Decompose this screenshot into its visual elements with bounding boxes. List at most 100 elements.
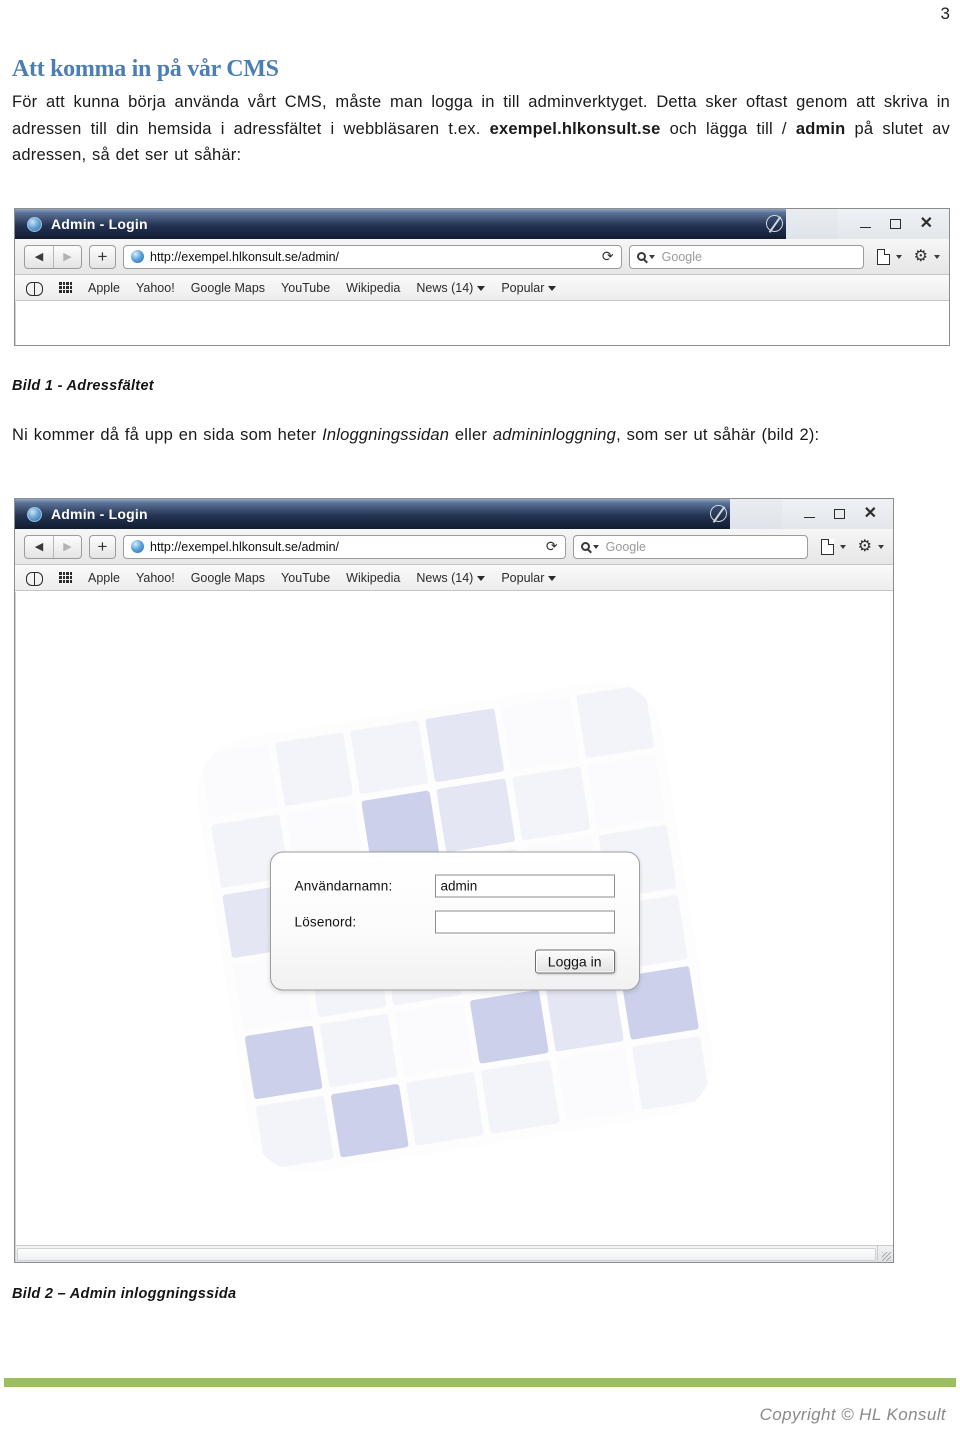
favicon-globe-icon [131,540,144,553]
globe-icon [27,216,42,232]
horizontal-scrollbar[interactable] [16,1245,893,1262]
back-button[interactable]: ◀ [25,246,53,268]
top-sites-grid-icon[interactable] [59,571,72,584]
address-bar-value: http://exempel.hlkonsult.se/admin/ [150,249,339,264]
search-input[interactable]: Google [572,534,808,559]
bookmark-wikipedia[interactable]: Wikipedia [346,571,400,585]
paragraph-2: Ni kommer då få upp en sida som heter In… [12,422,950,449]
search-placeholder: Google [605,539,646,554]
chevron-down-icon [878,544,884,549]
bookmark-label: YouTube [281,570,331,585]
search-icon [636,252,646,261]
maximize-button[interactable] [833,509,845,519]
address-bar[interactable]: http://exempel.hlkonsult.se/admin/ ⟳ [123,244,622,269]
page-icon [876,248,890,265]
page-icon [820,538,834,555]
address-bar-value: http://exempel.hlkonsult.se/admin/ [150,539,339,554]
bookmark-label: Apple [88,280,120,295]
para2-part3: , som ser ut såhär (bild 2): [616,426,820,444]
username-row: Användarnamn: admin [295,874,615,898]
address-bar[interactable]: http://exempel.hlkonsult.se/admin/ ⟳ [123,534,566,559]
bookmarks-icon[interactable] [26,571,43,586]
browser-titlebar-2: Admin - Login ✕ [15,499,893,529]
browser-page-viewport-1 [15,302,949,345]
para2-part2: eller [449,426,493,444]
toolbar-icons-1: ⚙ [871,247,940,265]
top-sites-grid-icon[interactable] [59,281,72,294]
settings-button[interactable]: ⚙ [857,537,884,555]
bookmark-google-maps[interactable]: Google Maps [191,281,265,295]
new-tab-button[interactable]: + [89,244,116,269]
bookmark-news[interactable]: News (14) [416,570,486,585]
bookmark-apple[interactable]: Apple [88,571,120,585]
bookmarks-bar-2: Apple Yahoo! Google Maps YouTube Wikiped… [15,565,893,591]
resize-grip[interactable] [877,1245,893,1262]
password-field[interactable] [434,910,615,934]
submit-row: Logga in [295,949,615,974]
forward-button[interactable]: ▶ [53,245,81,268]
username-field[interactable]: admin [434,874,615,898]
bookmark-google-maps[interactable]: Google Maps [191,571,265,585]
forward-button[interactable]: ▶ [53,535,81,558]
password-row: Lösenord: [294,910,615,934]
bookmark-label: Yahoo! [135,570,175,585]
bookmark-youtube[interactable]: YouTube [281,281,330,295]
bookmarks-icon[interactable] [26,281,43,296]
password-label: Lösenord: [294,914,357,930]
titlebar-right-2: ✕ [709,499,893,529]
bookmark-youtube[interactable]: YouTube [281,571,330,585]
bookmark-popular[interactable]: Popular [501,571,557,585]
browser-titlebar-1: Admin - Login ✕ [15,209,949,239]
browser-title-label: Admin - Login [51,506,148,522]
bookmark-wikipedia[interactable]: Wikipedia [346,281,400,295]
para2-italic-admininloggning: admininloggning [492,426,617,444]
close-button[interactable]: ✕ [920,216,933,232]
figure-caption-2: Bild 2 – Admin inloggningssida [12,1286,237,1302]
intro-bold-domain: exempel.hlkonsult.se [489,119,661,138]
bookmark-yahoo[interactable]: Yahoo! [136,571,175,585]
intro-bold-admin: admin [795,119,846,138]
bookmark-label: Wikipedia [346,280,401,295]
reader-button[interactable] [820,538,846,555]
bookmark-label: Google Maps [190,570,266,585]
browser-content-area-2: Användarnamn: admin Lösenord: Logga in [15,591,893,1262]
bookmark-apple[interactable]: Apple [88,281,120,295]
page-title: Att komma in på vår CMS [12,56,279,82]
favicon-globe-icon [131,250,144,263]
new-tab-button[interactable]: + [89,534,116,559]
chevron-down-icon [839,544,846,549]
bookmark-label: Popular [501,280,545,295]
settings-button[interactable]: ⚙ [913,247,940,265]
chevron-down-icon [592,544,599,549]
chevron-down-icon [895,254,902,259]
footer-copyright: Copyright © HL Konsult [759,1405,946,1424]
tab-notch [765,209,838,239]
back-button[interactable]: ◀ [25,536,53,558]
chevron-down-icon [648,254,655,259]
bookmark-popular[interactable]: Popular [501,280,557,295]
bookmarks-bar-1: Apple Yahoo! Google Maps YouTube Wikiped… [15,275,949,301]
document-body: Att komma in på vår CMS För att kunna bö… [12,56,950,169]
maximize-button[interactable] [889,219,901,229]
gear-icon: ⚙ [913,247,928,265]
minimize-button[interactable] [803,516,815,519]
reload-icon[interactable]: ⟳ [602,248,614,265]
bookmark-label: News (14) [416,570,474,585]
search-input[interactable]: Google [628,244,864,269]
close-button[interactable]: ✕ [864,506,877,522]
gear-icon: ⚙ [857,537,872,555]
page-number: 3 [940,4,950,23]
bookmark-label: News (14) [416,280,474,295]
chevron-down-icon [548,285,557,291]
reload-icon[interactable]: ⟳ [546,538,558,555]
reader-button[interactable] [876,248,902,265]
minimize-button[interactable] [859,226,871,229]
login-form: Användarnamn: admin Lösenord: Logga in [269,851,640,991]
caption-2-block: Bild 2 – Admin inloggningssida [12,1286,950,1302]
bookmark-yahoo[interactable]: Yahoo! [136,281,175,295]
scrollbar-thumb[interactable] [17,1247,876,1261]
bookmark-news[interactable]: News (14) [416,280,486,295]
login-button[interactable]: Logga in [534,949,615,974]
window-controls-1: ✕ [837,209,949,239]
browser-content-area-1 [15,301,949,345]
